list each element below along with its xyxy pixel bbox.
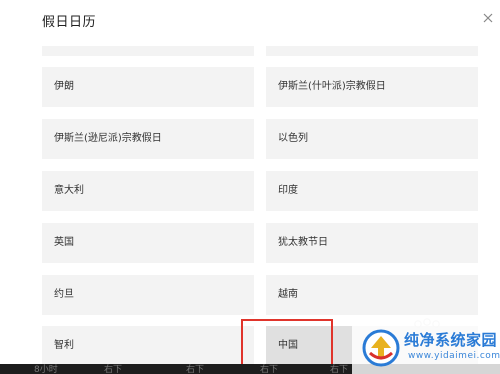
holiday-calendar-dialog: 伊朗 伊斯兰(什叶派)宗教假日 伊斯兰(逊尼派)宗教假日 以色列 意大利 印度 …: [0, 0, 500, 374]
taskbar-fragment: 右下: [104, 365, 123, 374]
taskbar-fragment: 右下: [186, 365, 205, 374]
watermark-logo-icon: [362, 329, 400, 367]
dialog-title: 假日日历: [42, 15, 97, 30]
taskbar-fragment: 右下: [330, 365, 349, 374]
calendar-option-vietnam[interactable]: 越南: [266, 275, 478, 315]
calendar-option-uk[interactable]: 英国: [42, 223, 254, 263]
calendar-option-islamic-shia[interactable]: 伊斯兰(什叶派)宗教假日: [266, 67, 478, 107]
calendar-option-chile[interactable]: 智利: [42, 326, 254, 366]
watermark-title: 纯净系统家园: [404, 331, 498, 349]
calendar-option-partial-left[interactable]: [42, 46, 254, 56]
calendar-option-partial-right[interactable]: [266, 46, 478, 56]
calendar-option-jewish[interactable]: 犹太教节日: [266, 223, 478, 263]
close-icon: [483, 13, 493, 23]
calendar-option-israel[interactable]: 以色列: [266, 119, 478, 159]
calendar-option-islamic-sunni[interactable]: 伊斯兰(逊尼派)宗教假日: [42, 119, 254, 159]
calendar-option-india[interactable]: 印度: [266, 171, 478, 211]
taskbar-fragment: 8小时: [34, 365, 58, 374]
close-button[interactable]: [480, 10, 496, 26]
calendar-option-jordan[interactable]: 约旦: [42, 275, 254, 315]
site-watermark: 纯净系统家园 www.yidaimei.com: [352, 317, 500, 374]
calendar-option-italy[interactable]: 意大利: [42, 171, 254, 211]
calendar-option-iran[interactable]: 伊朗: [42, 67, 254, 107]
watermark-url: www.yidaimei.com: [408, 351, 500, 361]
taskbar-fragment: 右下: [260, 365, 279, 374]
dialog-header: 假日日历: [0, 0, 500, 40]
